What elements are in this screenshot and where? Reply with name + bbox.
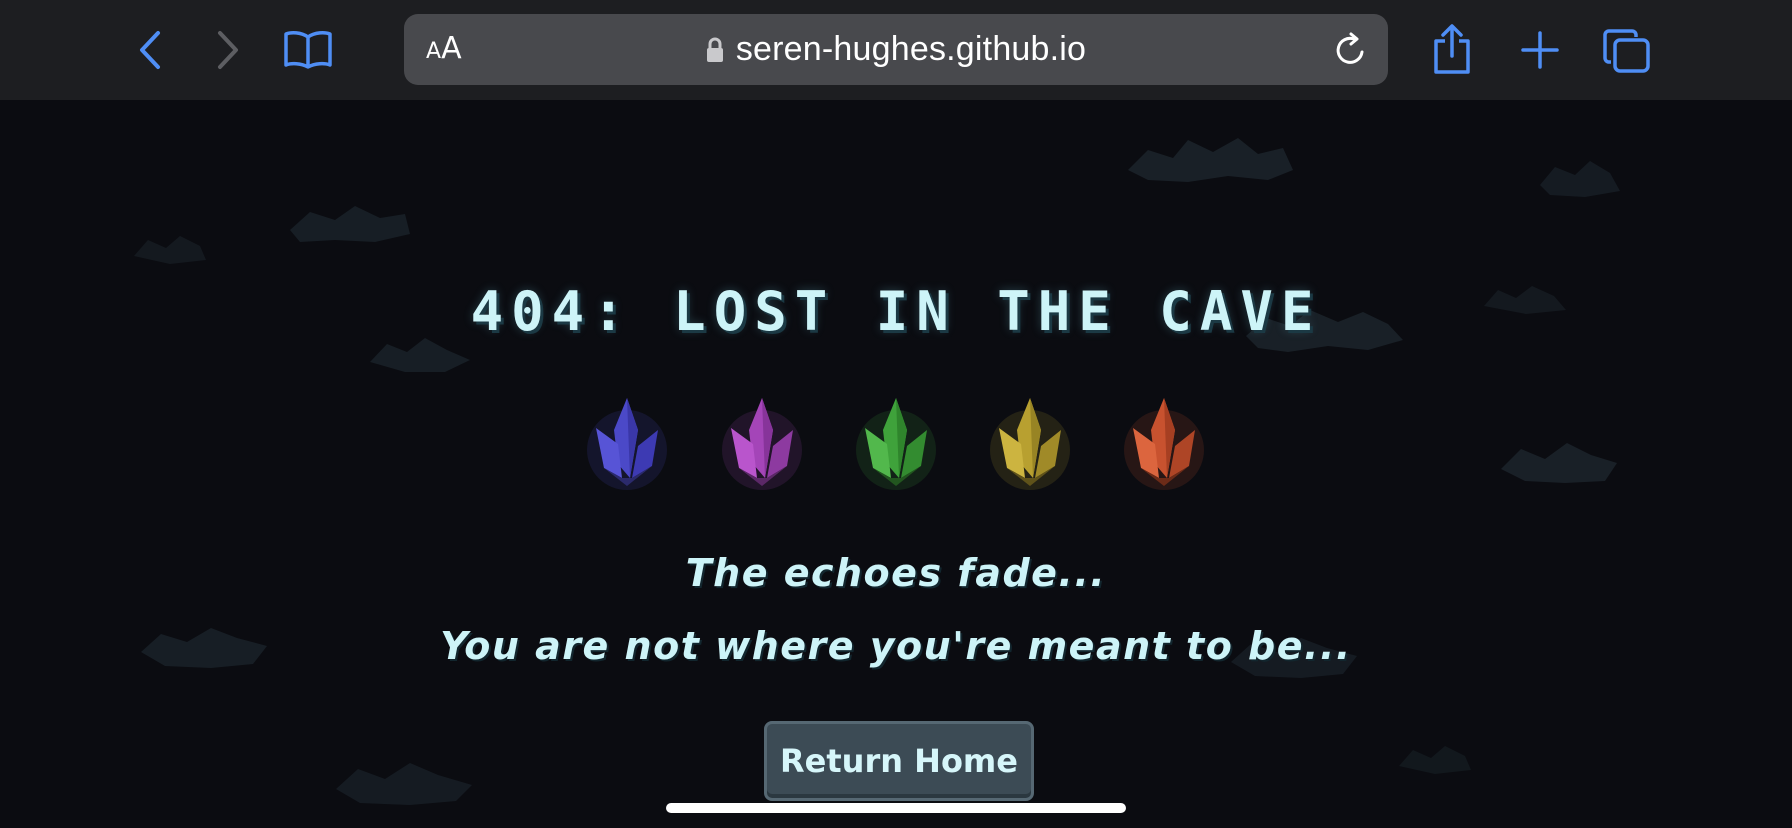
share-icon [1434,24,1470,74]
forward-button[interactable] [208,28,248,72]
cave-rock-decoration [1540,161,1620,197]
new-tab-button[interactable] [1518,28,1562,72]
reload-icon [1336,32,1364,64]
message-line-1: The echoes fade... [685,551,1107,595]
return-home-button[interactable]: Return Home [764,721,1034,801]
chevron-right-icon [218,31,238,69]
address-bar[interactable]: AA seren-hughes.github.io [404,14,1388,85]
reload-button[interactable] [1332,32,1368,72]
lock-icon [706,37,723,62]
home-indicator[interactable] [666,803,1126,813]
cave-rock-decoration [134,236,206,264]
share-button[interactable] [1428,22,1476,78]
cave-rock-decoration [336,763,472,805]
cave-rock-decoration [290,206,410,242]
blue-crystal-icon [582,390,672,500]
yellow-crystal-icon [985,390,1075,500]
plus-icon [1521,31,1559,69]
browser-toolbar: AA seren-hughes.github.io [0,0,1792,100]
url-text: seren-hughes.github.io [735,30,1087,68]
cave-rock-decoration [1399,746,1471,774]
tabs-overview-icon [1603,29,1650,73]
page-title: 404: LOST IN THE CAVE [470,280,1322,343]
bookmarks-button[interactable] [282,26,334,72]
red-crystal-icon [1119,390,1209,500]
message-line-2: You are not where you're meant to be... [440,624,1352,668]
crystal-row [0,390,1792,500]
purple-crystal-icon [717,390,807,500]
green-crystal-icon [851,390,941,500]
open-book-icon [284,31,332,69]
tabs-overview-button[interactable] [1602,26,1652,76]
chevron-left-icon [140,31,160,69]
page-content: 404: LOST IN THE CAVE The echoes fade...… [0,100,1792,828]
back-button[interactable] [130,28,170,72]
cave-rock-decoration [1128,138,1293,182]
url-display: seren-hughes.github.io [404,14,1388,85]
